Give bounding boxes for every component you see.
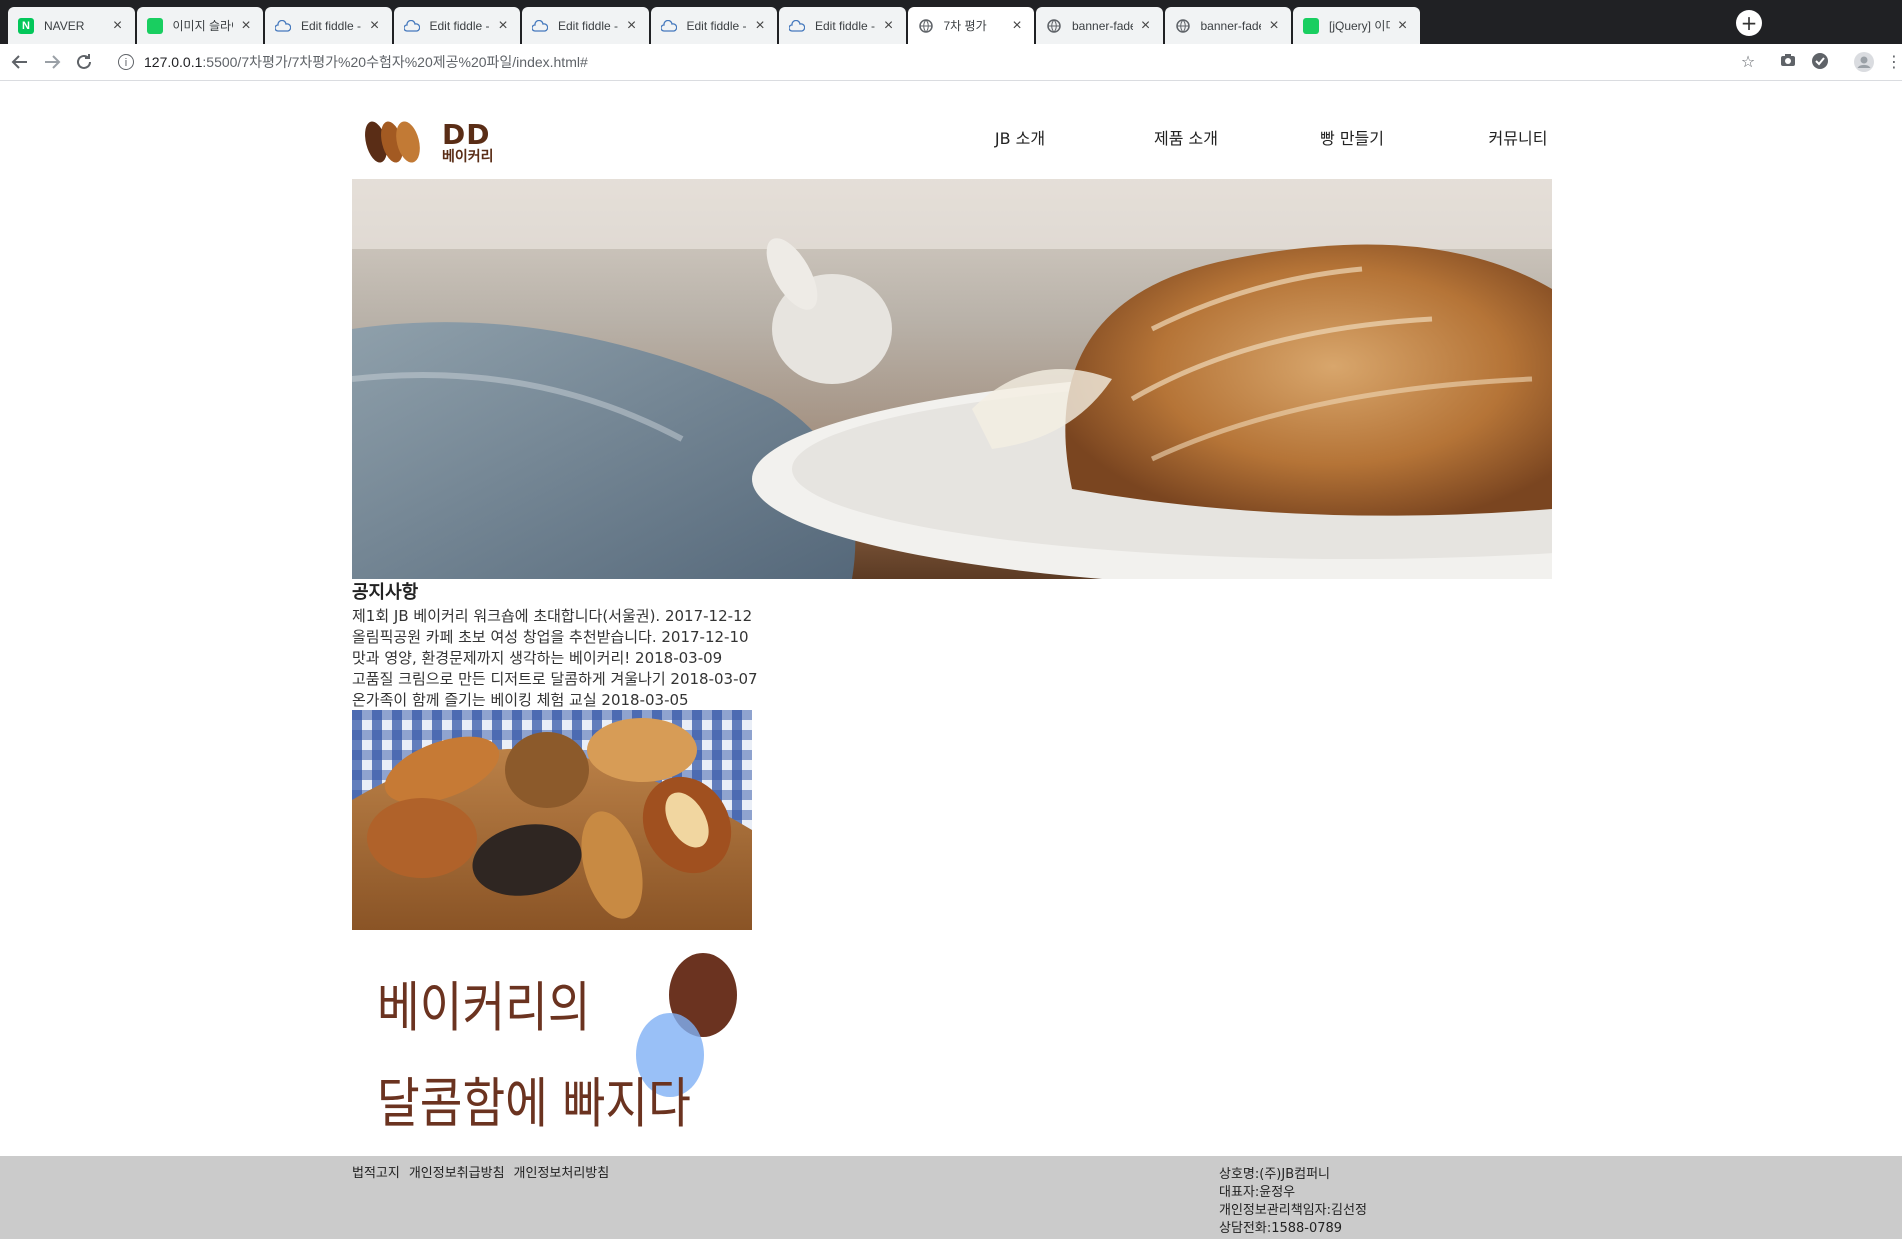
- jsfiddle-icon: [789, 18, 805, 34]
- notice-item[interactable]: 온가족이 함께 즐기는 베이킹 체험 교실 2018-03-05: [352, 690, 758, 711]
- notice-item[interactable]: 제1회 JB 베이커리 워크숍에 초대합니다(서울권). 2017-12-12: [352, 606, 758, 627]
- tab-close-icon[interactable]: ×: [239, 17, 253, 35]
- browser-tab-title: banner-fade.html: [1200, 18, 1262, 33]
- globe-icon: [918, 18, 934, 34]
- browser-tab[interactable]: banner-fade.html ×: [1036, 7, 1163, 44]
- site-footer: 법적고지 개인정보취급방침 개인정보처리방침 상호명:(주)JB컴퍼니 대표자:…: [0, 1156, 1902, 1239]
- tab-close-icon[interactable]: ×: [625, 17, 639, 35]
- browser-tab-strip: NNAVER×이미지 슬라이드×Edit fiddle - JSFiddle×E…: [0, 0, 1902, 44]
- logo-sub-text: 베이커리: [442, 149, 494, 165]
- browser-tab-title: Edit fiddle - JSFiddle: [429, 18, 491, 33]
- browser-tab-title: banner-fade.html: [1072, 18, 1133, 33]
- tab-close-icon[interactable]: ×: [1010, 17, 1024, 35]
- browser-toolbar: i 127.0.0.1:5500/7차평가/7차평가%20수험자%20제공%20…: [0, 44, 1902, 81]
- banner-line-2: 달콤함에 빠지다: [377, 1072, 691, 1135]
- browser-tab[interactable]: 이미지 슬라이드 ×: [136, 7, 263, 44]
- footer-link-privacy-handling[interactable]: 개인정보취급방침: [409, 1162, 505, 1181]
- banner-line-1: 베이커리의: [377, 976, 591, 1039]
- new-tab-button[interactable]: +: [1736, 10, 1762, 36]
- tab-close-icon[interactable]: ×: [111, 17, 125, 35]
- extension-check-icon[interactable]: [1810, 52, 1830, 72]
- company-name: 상호명:(주)JB컴퍼니: [1219, 1167, 1330, 1182]
- browser-tab[interactable]: Edit fiddle - JSFiddle ×: [522, 7, 649, 44]
- url-host: 127.0.0.1: [144, 54, 203, 70]
- green-tab-icon: [146, 17, 163, 34]
- tab-close-icon[interactable]: ×: [1139, 17, 1153, 35]
- back-arrow-icon: [11, 55, 27, 69]
- tab-close-icon[interactable]: ×: [496, 17, 510, 35]
- tab-close-icon[interactable]: ×: [882, 17, 896, 35]
- browser-tab-title: Edit fiddle - JSFiddle: [301, 18, 362, 33]
- browser-tab-title: Edit fiddle - JSFiddle: [558, 18, 619, 33]
- nav-item-community[interactable]: 커뮤니티: [1435, 125, 1601, 149]
- globe-icon: [1175, 18, 1191, 34]
- bookmark-star-icon[interactable]: ☆: [1738, 52, 1758, 72]
- forward-button[interactable]: [40, 50, 64, 74]
- main-navigation: JB 소개 제품 소개 빵 만들기 커뮤니티: [937, 125, 1601, 149]
- reload-button[interactable]: [72, 50, 96, 74]
- url-path: :5500/7차평가/7차평가%20수험자%20제공%20파일/index.ht…: [202, 54, 588, 70]
- globe-icon: [1046, 18, 1062, 34]
- green-tab-icon: [1303, 17, 1319, 34]
- logo-main-text: DD: [442, 118, 491, 151]
- bread-logo-icon: [365, 121, 420, 163]
- browser-tab[interactable]: banner-fade.html ×: [1164, 7, 1291, 44]
- site-info-icon[interactable]: i: [118, 54, 134, 70]
- site-logo[interactable]: DD 베이커리: [362, 111, 512, 171]
- browser-tab[interactable]: 7차 평가 ×: [907, 7, 1034, 44]
- hero-image: [352, 179, 1552, 579]
- screenshot-camera-icon[interactable]: [1778, 52, 1798, 72]
- company-info: 상호명:(주)JB컴퍼니 대표자:윤정우 개인정보관리책임자:김선정 상담전화:…: [1219, 1166, 1367, 1238]
- web-page: DD 베이커리 JB 소개 제품 소개 빵 만들기 커뮤니티 공지사항 제1회 …: [0, 81, 1902, 1239]
- naver-icon: N: [18, 17, 34, 34]
- browser-tab-title: Edit fiddle - JSFiddle: [686, 18, 748, 33]
- tab-close-icon[interactable]: ×: [1396, 17, 1410, 35]
- browser-tab[interactable]: [jQuery] 이미지 슬라이드 ×: [1293, 7, 1420, 44]
- notice-section: 공지사항 제1회 JB 베이커리 워크숍에 초대합니다(서울권). 2017-1…: [352, 580, 758, 711]
- footer-links: 법적고지 개인정보취급방침 개인정보처리방침: [352, 1162, 618, 1181]
- nav-item-jb-intro[interactable]: JB 소개: [937, 125, 1103, 149]
- browser-tab-title: Edit fiddle - JSFiddle: [815, 18, 876, 33]
- address-bar[interactable]: i 127.0.0.1:5500/7차평가/7차평가%20수험자%20제공%20…: [108, 48, 1760, 76]
- profile-avatar-icon[interactable]: [1854, 52, 1874, 72]
- privacy-officer: 개인정보관리책임자:김선정: [1219, 1203, 1367, 1218]
- browser-menu-icon[interactable]: ⋮: [1886, 52, 1902, 72]
- company-ceo: 대표자:윤정우: [1219, 1185, 1296, 1200]
- nav-item-baking[interactable]: 빵 만들기: [1269, 125, 1435, 149]
- browser-tab[interactable]: N NAVER ×: [8, 7, 135, 44]
- back-button[interactable]: [8, 50, 32, 74]
- notice-title: 공지사항: [352, 582, 419, 603]
- browser-tab[interactable]: Edit fiddle - JSFiddle ×: [265, 7, 392, 44]
- notice-item[interactable]: 고품질 크림으로 만든 디저트로 달콤하게 겨울나기 2018-03-07: [352, 669, 758, 690]
- nav-item-products[interactable]: 제품 소개: [1103, 125, 1269, 149]
- jsfiddle-icon: [275, 18, 291, 34]
- browser-tab-title: 이미지 슬라이드: [172, 19, 234, 33]
- notice-item[interactable]: 맛과 영양, 환경문제까지 생각하는 베이커리! 2018-03-09: [352, 648, 758, 669]
- forward-arrow-icon: [45, 55, 61, 69]
- tab-close-icon[interactable]: ×: [368, 17, 382, 35]
- browser-tab[interactable]: Edit fiddle - JSFiddle ×: [650, 7, 777, 44]
- promo-banner: 베이커리의 달콤함에 빠지다: [352, 943, 752, 1143]
- browser-tab[interactable]: Edit fiddle - JSFiddle ×: [779, 7, 906, 44]
- site-header: DD 베이커리 JB 소개 제품 소개 빵 만들기 커뮤니티: [352, 111, 1552, 171]
- jsfiddle-icon: [532, 18, 548, 34]
- reload-icon: [77, 54, 91, 69]
- footer-link-legal[interactable]: 법적고지: [352, 1162, 400, 1181]
- tab-close-icon[interactable]: ×: [753, 17, 767, 35]
- browser-tab[interactable]: Edit fiddle - JSFiddle ×: [393, 7, 520, 44]
- browser-tab-title: NAVER: [44, 18, 85, 33]
- jsfiddle-icon: [403, 18, 420, 34]
- browser-tab-title: 7차 평가: [943, 19, 987, 33]
- bread-assortment-image: [352, 710, 752, 930]
- browser-tab-title: [jQuery] 이미지 슬라이드: [1329, 19, 1390, 33]
- contact-phone: 상담전화:1588-0789: [1219, 1221, 1343, 1236]
- tab-close-icon[interactable]: ×: [1267, 17, 1281, 35]
- jsfiddle-icon: [660, 18, 677, 34]
- notice-item[interactable]: 올림픽공원 카페 초보 여성 창업을 추천받습니다. 2017-12-10: [352, 627, 758, 648]
- footer-link-privacy-processing[interactable]: 개인정보처리방침: [514, 1162, 610, 1181]
